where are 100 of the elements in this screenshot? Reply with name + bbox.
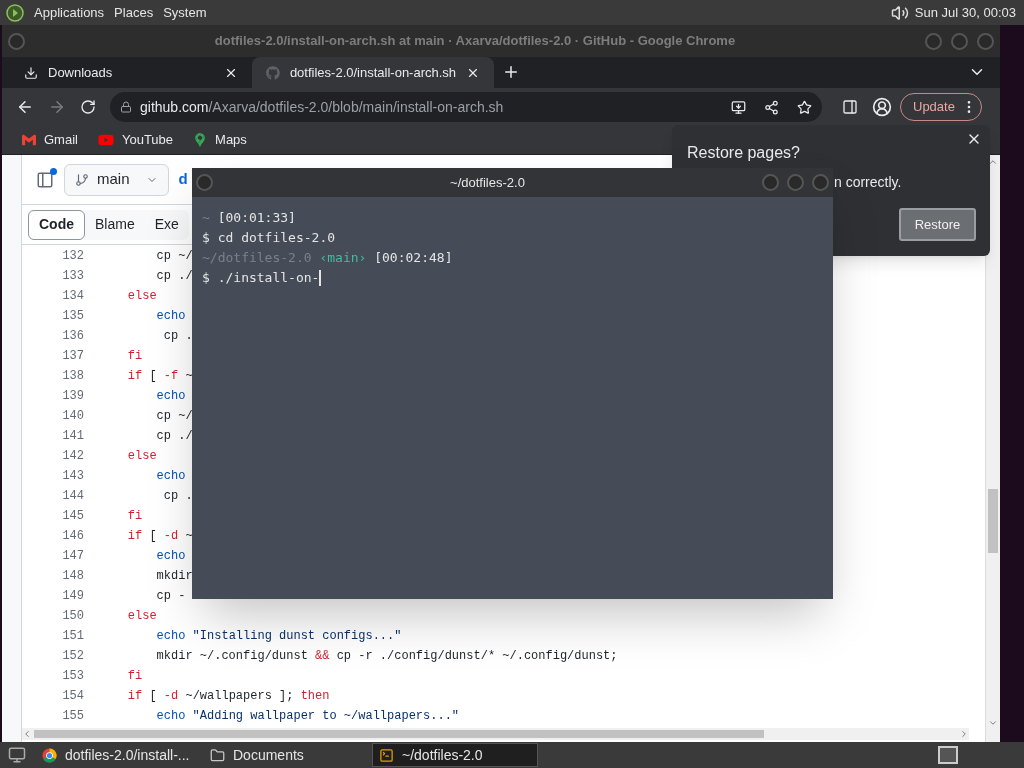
code-line: if [ -f ~ (126, 368, 193, 385)
line-number: 147 (61, 548, 85, 565)
line-number: 155 (61, 708, 85, 725)
panel-clock[interactable]: Sun Jul 30, 00:03 (914, 2, 1016, 23)
share-icon[interactable] (764, 99, 779, 115)
code-line: cp . (162, 328, 193, 345)
line-number: 145 (61, 508, 85, 525)
line-number: 137 (61, 348, 85, 365)
line-number: 149 (61, 588, 85, 605)
code-line: else (126, 448, 157, 465)
code-line: cp . (162, 488, 193, 505)
terminal-line: ~ [00:01:33] (202, 209, 296, 227)
workspace-switcher[interactable] (938, 746, 958, 764)
panel-menu[interactable]: Applications (34, 2, 105, 23)
code-line: echo (155, 388, 186, 405)
branch-button[interactable]: main (64, 163, 169, 196)
code-line: if [ -d ~ (126, 528, 193, 545)
line-number: 153 (61, 668, 85, 685)
line-number: 138 (61, 368, 85, 385)
view-tab[interactable]: Code (28, 209, 85, 240)
code-line: else (126, 288, 157, 305)
code-line: cp ./ (155, 268, 193, 285)
github-icon (266, 65, 280, 80)
sidebar-toggle[interactable] (36, 170, 54, 189)
code-line: fi (126, 668, 143, 685)
code-line: echo (155, 468, 186, 485)
terminal-line: $ cd dotfiles-2.0 (202, 229, 336, 247)
taskbar-item[interactable]: Documents (204, 743, 370, 767)
line-number: 142 (61, 448, 85, 465)
scrollbar-thumb[interactable] (988, 489, 998, 553)
view-tab[interactable]: Exe (144, 209, 189, 240)
code-line: cp ~/ (155, 408, 193, 425)
back-icon[interactable] (16, 98, 34, 116)
panel-menu[interactable]: System (163, 2, 207, 23)
line-number: 140 (61, 408, 85, 425)
panel-menu[interactable]: Places (114, 2, 154, 23)
scrollbar-thumb[interactable] (34, 730, 764, 738)
line-number: 154 (61, 688, 85, 705)
mail-icon (22, 133, 36, 147)
code-line: mkdir (155, 568, 193, 585)
bookmark[interactable]: YouTube (97, 130, 174, 150)
code-line: echo (155, 308, 186, 325)
folder-icon (210, 747, 225, 763)
chrome-icon (42, 747, 57, 763)
play-icon (97, 132, 114, 148)
taskbar-item[interactable]: ~/dotfiles-2.0 (372, 743, 538, 767)
terminal-icon (379, 747, 394, 763)
code-line: else (126, 608, 157, 625)
logo-icon (6, 3, 24, 22)
code-line: fi (126, 348, 143, 365)
lock-icon (120, 101, 132, 113)
line-number: 144 (61, 488, 85, 505)
new-tab-icon[interactable] (502, 63, 520, 81)
terminal-title: ~/dotfiles-2.0 (449, 173, 526, 192)
line-number: 132 (61, 248, 85, 265)
line-number: 133 (61, 268, 85, 285)
line-number: 151 (61, 628, 85, 645)
code-line: if [ -d ~/wallpapers ]; then (126, 688, 330, 705)
line-number: 152 (61, 648, 85, 665)
line-number: 135 (61, 308, 85, 325)
code-line: echo "Installing dunst configs..." (155, 628, 402, 645)
browser-tab[interactable]: Downloads (10, 57, 252, 88)
code-line: cp - (155, 588, 186, 605)
browser-tab[interactable]: dotfiles-2.0/install-on-arch.sh (252, 57, 494, 88)
star-icon[interactable] (797, 99, 812, 115)
view-tab[interactable]: Blame (85, 209, 145, 240)
volume-icon[interactable] (890, 3, 909, 22)
line-number: 148 (61, 568, 85, 585)
line-number: 134 (61, 288, 85, 305)
address-bar[interactable]: github.com/Axarva/dotfiles-2.0/blob/main/install-on-arch.sh (110, 92, 822, 122)
line-number: 136 (61, 328, 85, 345)
vertical-scrollbar[interactable] (985, 155, 1000, 742)
scroll-up-icon[interactable] (988, 157, 998, 167)
show-desktop-icon[interactable] (8, 746, 26, 764)
reload-icon[interactable] (80, 99, 96, 115)
url-text: github.com/Axarva/dotfiles-2.0/blob/main/install-on-arch.sh (140, 97, 505, 117)
code-line: echo "Adding wallpaper to ~/wallpapers..." (155, 708, 460, 725)
taskbar-item[interactable]: dotfiles-2.0/install-... (36, 743, 202, 767)
side-panel-icon[interactable] (842, 99, 858, 115)
code-line: cp ~/ (155, 248, 193, 265)
code-line: cp ./ (155, 428, 193, 445)
line-number: 141 (61, 428, 85, 445)
window-title: dotfiles-2.0/install-on-arch.sh at main · Axarva/dotfiles-2.0 · GitHub - Google Chrome (213, 32, 737, 51)
popup-title: Restore pages? (687, 143, 800, 163)
map-pin-icon (193, 133, 208, 147)
bookmark[interactable]: Maps (193, 130, 247, 150)
line-number: 143 (61, 468, 85, 485)
horizontal-scrollbar[interactable] (22, 728, 969, 740)
bookmark[interactable]: Gmail (22, 130, 78, 150)
tab-title: Downloads (48, 63, 114, 82)
repo-link[interactable]: d (178, 168, 188, 191)
install-icon[interactable] (731, 99, 746, 115)
download-icon (24, 65, 38, 80)
popup-message: n correctly. (834, 173, 902, 192)
restore-button[interactable]: Restore (899, 208, 976, 241)
panel-icon (36, 170, 54, 189)
avatar-icon[interactable] (872, 97, 892, 117)
code-line: fi (126, 508, 143, 525)
code-line: echo (155, 548, 186, 565)
line-number: 139 (61, 388, 85, 405)
